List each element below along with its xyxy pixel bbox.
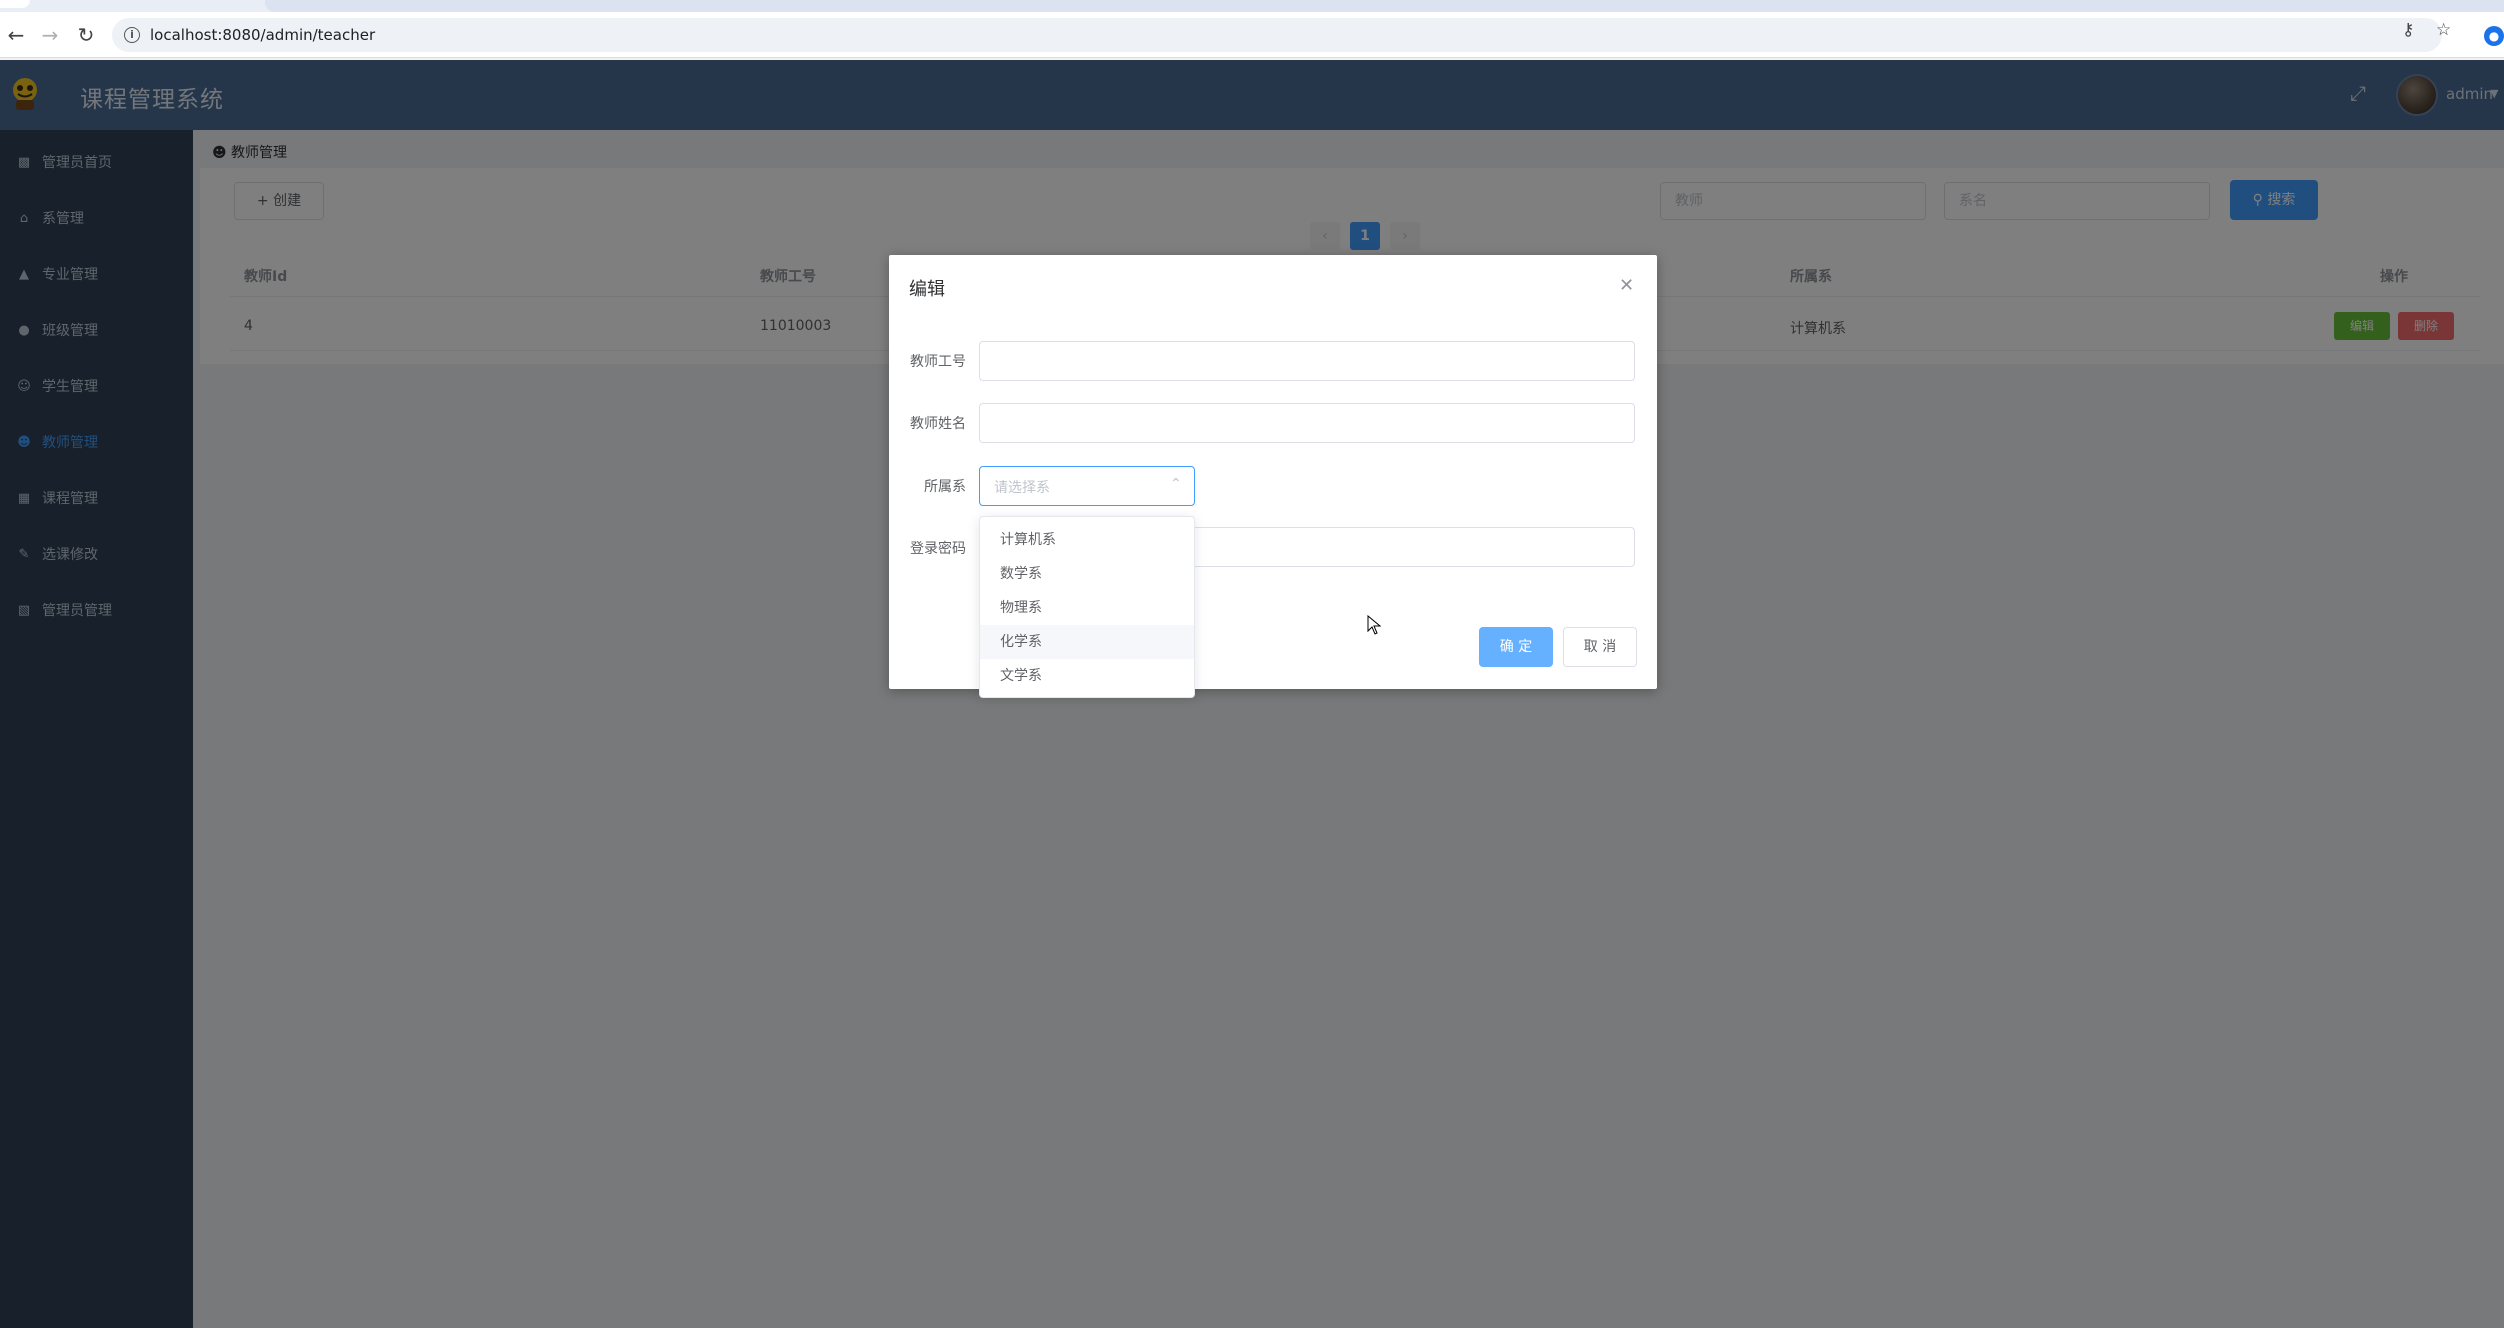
department-placeholder: 请选择系 xyxy=(994,480,1050,496)
key-icon[interactable]: ⚷ xyxy=(2402,20,2414,40)
mouse-cursor-icon xyxy=(1367,615,1381,635)
dropdown-option[interactable]: 计算机系 xyxy=(980,523,1194,557)
arrow-right-icon[interactable]: → xyxy=(38,23,62,47)
confirm-button[interactable]: 确 定 xyxy=(1479,627,1553,667)
profile-icon[interactable]: ● xyxy=(2484,26,2504,46)
tabstrip-background xyxy=(265,0,2504,12)
cancel-button[interactable]: 取 消 xyxy=(1563,627,1637,667)
dialog-title: 编辑 xyxy=(909,279,945,300)
teacher-number-label: 教师工号 xyxy=(910,354,966,370)
dropdown-option[interactable]: 文学系 xyxy=(980,659,1194,693)
password-label: 登录密码 xyxy=(910,541,966,557)
browser-tabstrip xyxy=(0,0,2504,12)
modal-overlay[interactable] xyxy=(0,60,2504,1328)
department-label: 所属系 xyxy=(924,479,966,495)
address-bar[interactable]: i localhost:8080/admin/teacher xyxy=(112,18,2442,52)
dropdown-option[interactable]: 物理系 xyxy=(980,591,1194,625)
url-text: localhost:8080/admin/teacher xyxy=(150,26,376,44)
site-info-icon[interactable]: i xyxy=(124,27,140,43)
browser-toolbar: ← → ↻ i localhost:8080/admin/teacher ⚷ ☆… xyxy=(0,12,2504,58)
browser-tab[interactable] xyxy=(0,0,30,8)
star-icon[interactable]: ☆ xyxy=(2436,20,2451,40)
chevron-up-icon: ⌃ xyxy=(1170,476,1182,492)
department-select[interactable]: 请选择系 ⌃ xyxy=(979,466,1195,506)
close-icon[interactable]: ✕ xyxy=(1619,275,1634,296)
department-dropdown: 计算机系 数学系 物理系 化学系 文学系 xyxy=(979,516,1195,698)
reload-icon[interactable]: ↻ xyxy=(74,23,98,47)
teacher-name-input[interactable] xyxy=(979,403,1635,443)
arrow-left-icon[interactable]: ← xyxy=(4,23,28,47)
dropdown-option[interactable]: 数学系 xyxy=(980,557,1194,591)
teacher-name-label: 教师姓名 xyxy=(910,416,966,432)
teacher-number-input[interactable] xyxy=(979,341,1635,381)
dropdown-option[interactable]: 化学系 xyxy=(980,625,1194,659)
